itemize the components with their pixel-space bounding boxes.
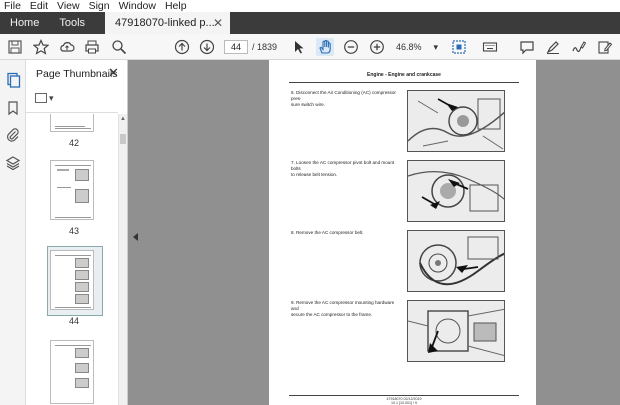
cloud-upload-icon[interactable] (58, 38, 76, 56)
instruction-step: 7. Loosen the AC compressor pivot bolt a… (291, 160, 395, 177)
panel-title: Page Thumbnails (36, 68, 118, 80)
navigation-rail (0, 60, 26, 405)
page-number-input[interactable]: 44 (224, 40, 248, 54)
chevron-down-icon: ▾ (433, 42, 438, 52)
sign-icon[interactable] (570, 38, 588, 56)
page-fit-icon[interactable] (450, 38, 468, 56)
menu-sign[interactable]: Sign (85, 0, 115, 12)
zoom-out-icon[interactable] (342, 38, 360, 56)
comment-icon[interactable] (518, 38, 536, 56)
tab-document[interactable]: 47918070-linked p... ✕ (105, 12, 231, 34)
instruction-step: 6. Disconnect the Air Conditioning (AC) … (291, 90, 396, 107)
zoom-level-value: 46.8% (396, 42, 422, 52)
tab-close-icon[interactable]: ✕ (213, 16, 223, 30)
page-total-label: / 1839 (252, 42, 278, 52)
instruction-step: 8. Remove the AC compressor belt. (291, 230, 364, 235)
zoom-in-icon[interactable] (368, 38, 386, 56)
thumbnail-label: 44 (68, 316, 79, 326)
panel-divider (26, 112, 118, 113)
layers-icon[interactable] (5, 155, 21, 171)
hand-tool-icon[interactable] (316, 38, 334, 56)
tab-home[interactable]: Home (0, 12, 49, 34)
header-rule (289, 82, 519, 83)
thumbnail-scrollbar[interactable]: ▲ (118, 114, 127, 405)
attachment-icon[interactable] (5, 127, 21, 143)
instruction-step: 9. Remove the AC compressor mounting har… (291, 300, 395, 317)
step-figure (407, 160, 505, 222)
collapse-panel-icon[interactable] (133, 233, 138, 241)
page-header: Engine - Engine and crankcase (367, 72, 441, 78)
page-up-icon[interactable] (173, 38, 191, 56)
document-viewport[interactable]: Engine - Engine and crankcase 6. Disconn… (128, 60, 620, 405)
zoom-level-select[interactable]: 46.8% ▾ (396, 40, 438, 54)
select-cursor-icon[interactable] (290, 38, 308, 56)
bookmark-star-icon[interactable] (32, 38, 50, 56)
menu-help[interactable]: Help (161, 0, 192, 12)
toolbar: 44 / 1839 46.8% ▾ (0, 34, 620, 60)
menu-bar: File Edit View Sign Window Help (0, 0, 620, 12)
thumbnail-panel: Page Thumbnails ✕ ▾ 42 43 44 ▲ (26, 60, 128, 405)
step-figure (407, 90, 505, 152)
scroll-up-icon[interactable]: ▲ (120, 116, 126, 122)
menu-window[interactable]: Window (115, 0, 161, 12)
step-figure (407, 230, 505, 292)
thumbnail-page-45[interactable] (50, 340, 94, 404)
page-down-icon[interactable] (198, 38, 216, 56)
thumbnail-page-42[interactable] (50, 114, 94, 132)
scrollbar-thumb[interactable] (120, 134, 126, 144)
bookmark-icon[interactable] (5, 100, 21, 116)
chevron-down-icon: ▾ (49, 92, 54, 103)
panel-close-icon[interactable]: ✕ (108, 65, 119, 81)
search-icon[interactable] (110, 38, 128, 56)
tab-document-label: 47918070-linked p... (115, 17, 215, 29)
footer-section: 10.1 [10.001] / 9 (391, 401, 417, 405)
step-figure (407, 300, 505, 362)
highlight-pen-icon[interactable] (544, 38, 562, 56)
edit-pdf-icon[interactable] (596, 38, 614, 56)
menu-edit[interactable]: Edit (26, 0, 53, 12)
save-icon[interactable] (6, 38, 24, 56)
thumbnail-label: 43 (68, 226, 79, 236)
menu-view[interactable]: View (53, 0, 85, 12)
keyboard-icon[interactable] (481, 38, 499, 56)
thumbnail-options-icon (35, 93, 47, 103)
tab-tools[interactable]: Tools (49, 12, 95, 34)
page-footer: 47918070 02/12/2019 10.1 [10.001] / 9 (289, 397, 519, 405)
thumbnail-page-44[interactable] (50, 250, 94, 310)
menu-file[interactable]: File (0, 0, 26, 12)
pdf-page: Engine - Engine and crankcase 6. Disconn… (269, 60, 536, 405)
thumbnail-label: 42 (68, 138, 79, 148)
tab-bar: Home Tools 47918070-linked p... ✕ (0, 12, 620, 34)
footer-rule (289, 395, 519, 396)
thumbnail-page-43[interactable] (50, 160, 94, 220)
thumbnail-options-menu[interactable]: ▾ (35, 92, 59, 104)
page-thumbnails-icon[interactable] (5, 72, 21, 88)
print-icon[interactable] (83, 38, 101, 56)
